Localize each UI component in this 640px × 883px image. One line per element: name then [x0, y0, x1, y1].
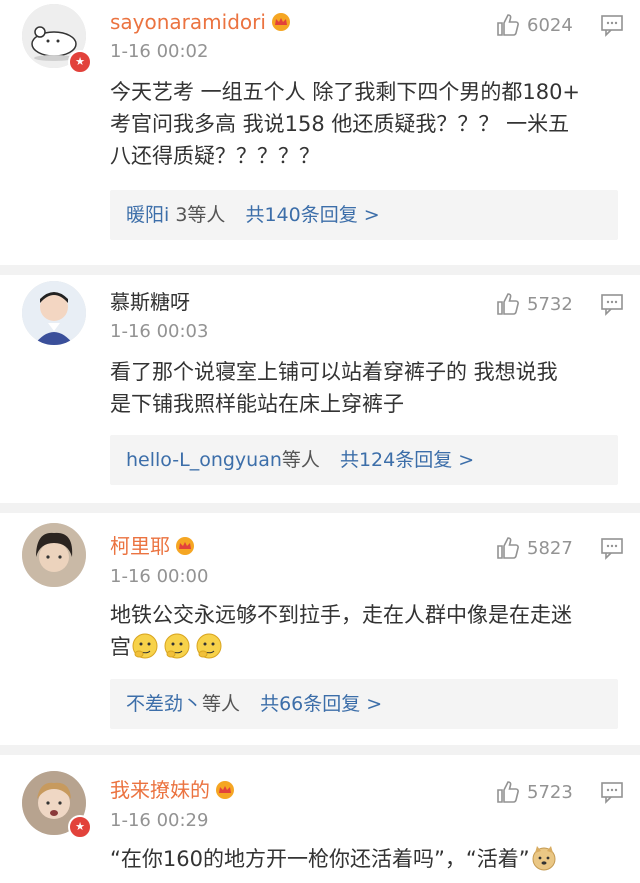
doge-emoji-icon [532, 846, 556, 871]
comment-item: 柯里耶 1-16 00:00 5827 地铁公交永远够不到拉手，走在人群中像是在… [0, 513, 640, 749]
comment-divider [0, 745, 640, 755]
reply-count-text: 3等人 [175, 204, 226, 226]
comment-time: 1-16 00:03 [110, 321, 209, 342]
comment-text: 地铁公交永远够不到拉手，走在人群中像是在走迷 宫 [110, 599, 625, 663]
reply-user-names[interactable]: hello-L_ongyuan [126, 449, 282, 471]
thumbs-up-icon [497, 293, 519, 315]
verified-badge-icon: ★ [68, 815, 92, 839]
like-count: 5732 [527, 293, 573, 315]
like-count: 5827 [527, 537, 573, 559]
avatar[interactable] [22, 523, 86, 587]
reply-comment-icon[interactable] [600, 292, 624, 316]
comment-time: 1-16 00:00 [110, 566, 209, 587]
username[interactable]: 我来撩妹的 [110, 777, 236, 803]
thumbs-up-icon [497, 537, 519, 559]
total-replies-link[interactable]: 共140条回复 > [245, 204, 379, 226]
crown-badge-icon [216, 781, 234, 799]
avatar[interactable] [22, 281, 86, 345]
like-button[interactable]: 5723 [495, 778, 573, 806]
like-count: 5723 [527, 781, 573, 803]
total-replies-link[interactable]: 共124条回复 > [340, 449, 474, 471]
like-button[interactable]: 5732 [495, 290, 573, 318]
thumbs-up-icon [497, 14, 519, 36]
comment-text-line: 看了那个说寝室上铺可以站着穿裤子的 我想说我 [110, 360, 558, 384]
thinking-emoji-icon [196, 633, 222, 659]
like-button[interactable]: 5827 [495, 534, 573, 562]
username[interactable]: sayonaramidori [110, 9, 292, 35]
like-button[interactable]: 6024 [495, 11, 573, 39]
comment-text-line: 八还得质疑？？？？？ [110, 144, 320, 168]
crown-badge-icon [271, 13, 290, 31]
comment-text-line: 考官问我多高 我说158 他还质疑我？？？ 一米五 [110, 112, 570, 136]
reply-user-names[interactable]: 暖阳i [126, 204, 169, 226]
comment-text-line: 今天艺考 一组五个人 除了我剩下四个男的都180+ [110, 80, 581, 104]
comment-text-line: 是下铺我照样能站在床上穿裤子 [110, 392, 404, 416]
replies-summary[interactable]: 不差劲丶等人 共66条回复 > [110, 679, 618, 729]
replies-summary[interactable]: 暖阳i 3等人 共140条回复 > [110, 190, 618, 240]
username[interactable]: 慕斯糖呀 [110, 289, 190, 315]
comment-time: 1-16 00:29 [110, 810, 209, 831]
thumbs-up-icon [497, 781, 519, 803]
reply-user-names[interactable]: 不差劲丶 [126, 693, 202, 715]
reply-comment-icon[interactable] [600, 13, 624, 37]
thinking-emoji-icon [164, 633, 190, 659]
comment-divider [0, 265, 640, 275]
verified-badge-icon: ★ [68, 50, 92, 74]
comment-text: “在你160的地方开一枪你还活着吗”，“活着” [110, 843, 625, 875]
reply-count-text: 等人 [281, 449, 320, 471]
comment-text-line: “在你160的地方开一枪你还活着吗”，“活着” [110, 843, 625, 875]
like-count: 6024 [527, 14, 573, 36]
comment-item: 慕斯糖呀 1-16 00:03 5732 看了那个说寝室上铺可以站着穿裤子的 我… [0, 275, 640, 505]
comment-divider [0, 503, 640, 513]
comment-time: 1-16 00:02 [110, 41, 209, 62]
username[interactable]: 柯里耶 [110, 533, 196, 559]
reply-comment-icon[interactable] [600, 780, 624, 804]
comment-text-line: 宫 [110, 631, 625, 663]
thinking-emoji-icon [132, 633, 158, 659]
comment-text: 今天艺考 一组五个人 除了我剩下四个男的都180+ 考官问我多高 我说158 他… [110, 76, 625, 172]
reply-comment-icon[interactable] [600, 536, 624, 560]
comment-text-line: 地铁公交永远够不到拉手，走在人群中像是在走迷 [110, 603, 572, 627]
comment-item: ★ 我来撩妹的 1-16 00:29 5723 “在你160的地方开一枪你还活着… [0, 755, 640, 883]
crown-badge-icon [176, 537, 194, 555]
replies-summary[interactable]: hello-L_ongyuan等人 共124条回复 > [110, 435, 618, 485]
reply-count-text: 等人 [202, 693, 241, 715]
comment-item: ★ sayonaramidori 1-16 00:02 6024 今天艺考 一组… [0, 0, 640, 268]
total-replies-link[interactable]: 共66条回复 > [260, 693, 382, 715]
comment-text: 看了那个说寝室上铺可以站着穿裤子的 我想说我 是下铺我照样能站在床上穿裤子 [110, 356, 625, 420]
